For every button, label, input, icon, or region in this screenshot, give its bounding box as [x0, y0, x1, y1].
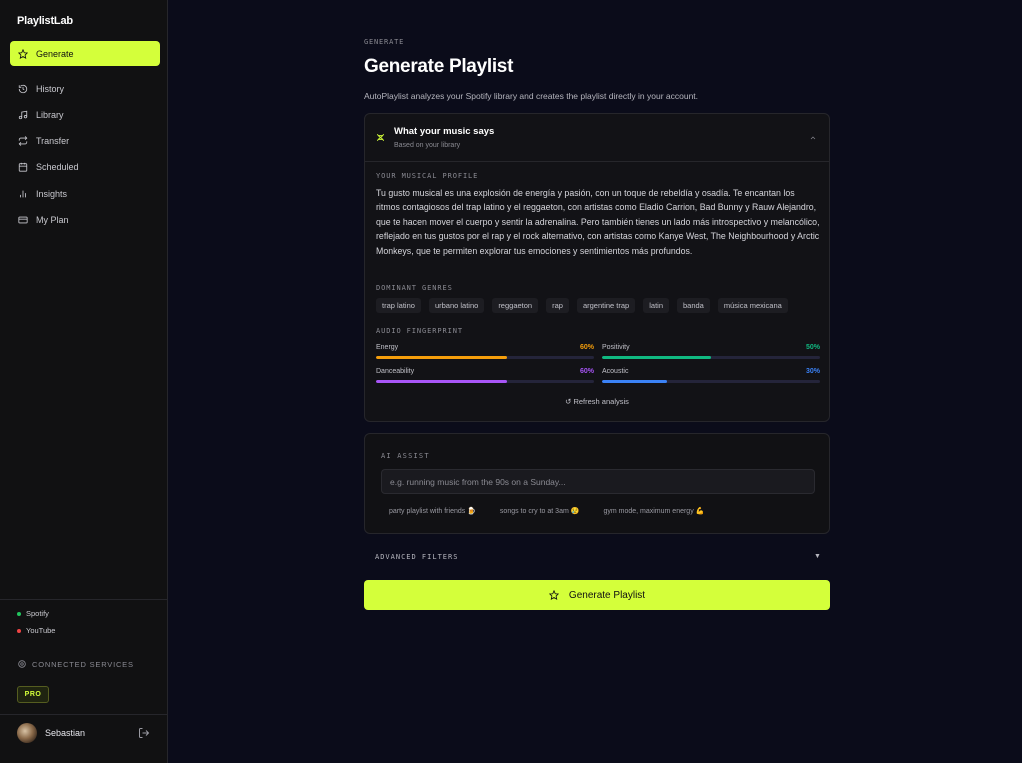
service-youtube: YouTube: [17, 626, 55, 635]
analysis-header[interactable]: What your music says Based on your libra…: [365, 114, 829, 162]
metric-track: [602, 380, 820, 383]
chevron-down-icon[interactable]: ▼: [814, 553, 821, 560]
metric-acoustic: Acoustic 30%: [602, 368, 820, 392]
music-analysis-card: What your music says Based on your libra…: [364, 113, 830, 422]
genre-chip: trap latino: [376, 298, 421, 313]
profile-label: YOUR MUSICAL PROFILE: [376, 172, 479, 180]
dna-icon: [377, 133, 384, 142]
sidebar-item-insights[interactable]: Insights: [10, 181, 160, 206]
metric-fill: [602, 380, 668, 383]
plan-badge: PRO: [17, 686, 49, 703]
analysis-subtitle: Based on your library: [394, 142, 461, 149]
app-logo: PlaylistLab: [17, 15, 73, 27]
analysis-title: What your music says: [394, 126, 495, 137]
calendar-icon: [18, 162, 28, 172]
service-spotify: Spotify: [17, 609, 49, 618]
sidebar-item-label: History: [36, 83, 65, 94]
suggestion-chip[interactable]: party playlist with friends 🍺: [381, 504, 484, 518]
sidebar-item-label: My Plan: [36, 214, 69, 225]
sidebar-item-label: Library: [36, 109, 64, 120]
history-icon: [18, 84, 28, 93]
fingerprint-label: AUDIO FINGERPRINT: [376, 327, 463, 335]
avatar[interactable]: [17, 723, 37, 743]
genre-chip: banda: [677, 298, 710, 313]
ai-assist-label: AI ASSIST: [381, 452, 430, 460]
status-dot-icon: [17, 611, 21, 616]
genre-chip: argentine trap: [576, 298, 636, 313]
genre-chip: reggaeton: [492, 298, 539, 313]
logout-icon[interactable]: [138, 727, 150, 739]
sidebar-item-history[interactable]: History: [10, 76, 160, 101]
user-name: Sebastian: [45, 728, 86, 738]
sidebar-item-generate[interactable]: Generate: [10, 41, 160, 66]
suggestion-list: party playlist with friends 🍺 songs to c…: [381, 504, 712, 518]
sidebar-item-my-plan[interactable]: My Plan: [10, 207, 160, 232]
metric-energy: Energy 60%: [376, 344, 594, 368]
sidebar-item-library[interactable]: Library: [10, 102, 160, 127]
transfer-icon: [18, 135, 28, 146]
genres-label: DOMINANT GENRES: [376, 284, 453, 292]
connected-services-link[interactable]: CONNECTED SERVICES: [17, 659, 134, 669]
divider: [0, 599, 168, 600]
genre-chip: rap: [546, 298, 569, 313]
metric-track: [602, 356, 820, 359]
genre-chip: música mexicana: [717, 298, 788, 313]
genre-chips: trap latino urbano latino reggaeton rap …: [376, 298, 788, 313]
genre-chip: latin: [643, 298, 669, 313]
metric-track: [376, 380, 594, 383]
suggestion-chip[interactable]: songs to cry to at 3am 😢: [492, 504, 588, 518]
metric-fill: [602, 356, 711, 359]
refresh-analysis-button[interactable]: ↺ Refresh analysis: [365, 397, 829, 406]
generate-playlist-button[interactable]: Generate Playlist: [364, 580, 830, 610]
sidebar-item-label: Generate: [36, 48, 74, 59]
breadcrumb: GENERATE: [364, 38, 405, 46]
gear-icon: [18, 660, 26, 668]
music-note-icon: [18, 110, 28, 119]
sidebar-item-label: Scheduled: [36, 161, 79, 172]
sidebar-item-label: Insights: [36, 188, 68, 199]
star-icon: [18, 48, 28, 59]
ai-assist-card: AI ASSIST party playlist with friends 🍺 …: [364, 433, 830, 534]
chevron-up-icon[interactable]: [809, 134, 817, 142]
metric-positivity: Positivity 50%: [602, 344, 820, 368]
sidebar: PlaylistLab Generate History Library Tra…: [0, 0, 168, 763]
page-subtitle: AutoPlaylist analyzes your Spotify libra…: [364, 91, 699, 101]
page-title: Generate Playlist: [364, 56, 514, 77]
sidebar-item-scheduled[interactable]: Scheduled: [10, 154, 160, 179]
metric-fill: [376, 356, 507, 359]
card-icon: [18, 216, 28, 223]
sidebar-item-label: Transfer: [36, 135, 70, 146]
advanced-filters-toggle[interactable]: ADVANCED FILTERS: [375, 553, 458, 561]
bar-chart-icon: [20, 190, 26, 197]
profile-text: Tu gusto musical es una explosión de ene…: [376, 188, 820, 256]
sidebar-item-transfer[interactable]: Transfer: [10, 128, 160, 153]
metric-danceability: Danceability 60%: [376, 368, 594, 392]
status-dot-icon: [17, 628, 21, 633]
star-icon: [548, 590, 559, 600]
ai-prompt-input[interactable]: [381, 469, 815, 494]
metric-fill: [376, 380, 507, 383]
divider: [0, 714, 168, 715]
metric-track: [376, 356, 594, 359]
genre-chip: urbano latino: [428, 298, 485, 313]
suggestion-chip[interactable]: gym mode, maximum energy 💪: [595, 504, 712, 518]
